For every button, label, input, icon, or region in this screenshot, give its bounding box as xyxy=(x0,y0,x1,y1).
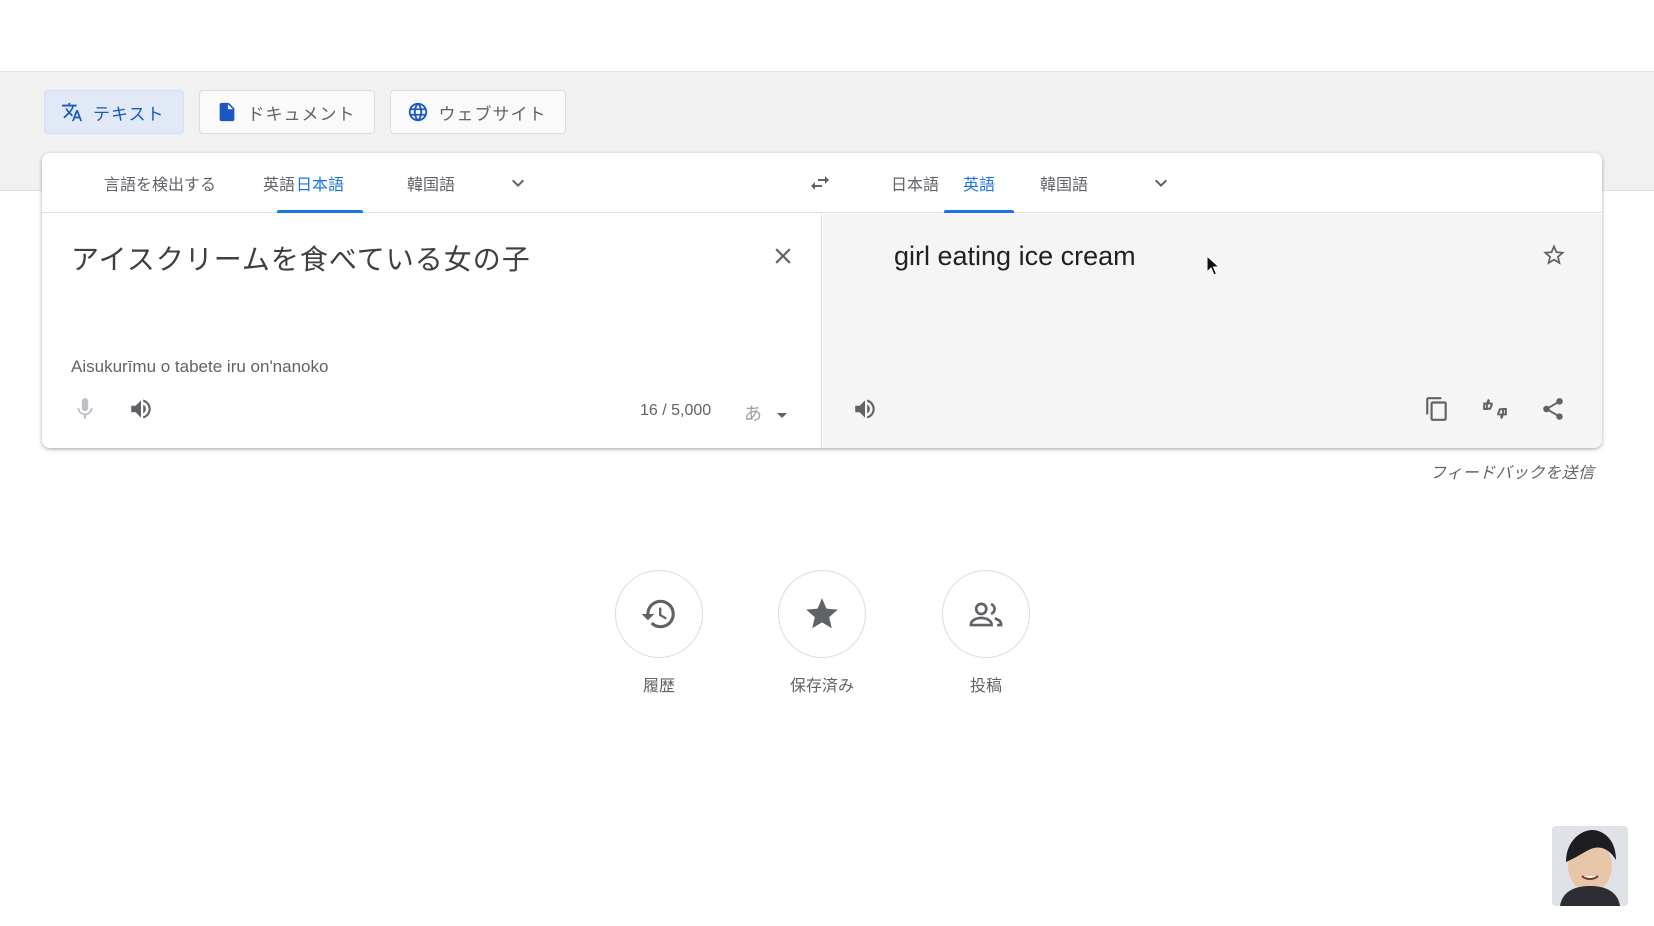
source-lang-japanese[interactable]: 日本語 xyxy=(277,153,364,213)
source-pane: アイスクリームを食べている女の子 Aisukurīmu o tabete iru… xyxy=(42,214,822,448)
mode-tab-text-label: テキスト xyxy=(93,104,165,124)
mouse-cursor-icon xyxy=(1206,255,1220,276)
top-bar xyxy=(0,0,1654,72)
mode-tabs: テキスト ドキュメント ウェブサイト xyxy=(44,90,566,134)
history-circle[interactable] xyxy=(615,570,703,658)
source-lang-korean-label: 韓国語 xyxy=(407,177,456,194)
copy-translation-button[interactable] xyxy=(1423,395,1451,423)
target-lang-korean-label: 韓国語 xyxy=(1040,177,1089,194)
translation-card: 言語を検出する 英語 日本語 韓国語 日本語 英語 韓国語 アイスクリームを食べ… xyxy=(42,153,1602,448)
saved-circle[interactable] xyxy=(778,570,866,658)
document-icon xyxy=(219,102,234,122)
star-outline-icon xyxy=(1543,244,1565,265)
source-lang-japanese-label: 日本語 xyxy=(296,177,345,194)
presenter-avatar xyxy=(1552,826,1628,906)
share-translation-button[interactable] xyxy=(1539,395,1567,423)
speaker-icon xyxy=(131,399,151,419)
transliteration-text: Aisukurīmu o tabete iru on'nanoko xyxy=(71,357,329,376)
contribute-button[interactable]: 投稿 xyxy=(941,570,1031,696)
source-lang-korean[interactable]: 韓国語 xyxy=(388,153,474,213)
microphone-icon xyxy=(77,398,93,419)
voice-input-button[interactable] xyxy=(71,395,99,423)
translate-icon xyxy=(61,102,83,122)
saved-label: 保存済み xyxy=(789,678,854,695)
input-tools-button[interactable]: あ xyxy=(744,400,788,426)
people-icon xyxy=(969,602,1003,627)
contribute-label: 投稿 xyxy=(969,678,1002,695)
clear-source-button[interactable] xyxy=(769,242,797,270)
translation-output: girl eating ice cream xyxy=(894,241,1136,271)
language-bar: 言語を検出する 英語 日本語 韓国語 日本語 英語 韓国語 xyxy=(42,153,1602,213)
send-feedback-link[interactable]: フィードバックを送信 xyxy=(1430,459,1595,483)
mode-tab-website-label: ウェブサイト xyxy=(438,104,547,124)
mode-tab-document-label: ドキュメント xyxy=(247,104,356,124)
share-icon xyxy=(1543,398,1563,420)
copy-icon xyxy=(1426,397,1447,421)
target-lang-english[interactable]: 英語 xyxy=(944,153,1015,213)
target-lang-more-chevron-icon[interactable] xyxy=(1149,171,1173,195)
webcam-overlay xyxy=(1552,826,1628,906)
star-icon xyxy=(806,598,838,629)
source-lang-detect-label: 言語を検出する xyxy=(104,177,217,194)
history-icon xyxy=(641,599,675,629)
mode-tab-text[interactable]: テキスト xyxy=(44,90,184,134)
source-text-input[interactable]: アイスクリームを食べている女の子 xyxy=(71,238,531,278)
caret-down-icon xyxy=(777,412,788,418)
thumbs-up-down-icon xyxy=(1483,398,1507,420)
ime-label: あ xyxy=(744,404,762,424)
speaker-icon xyxy=(855,399,875,419)
rate-translation-button[interactable] xyxy=(1481,395,1509,423)
target-lang-english-label: 英語 xyxy=(963,177,996,194)
character-count: 16 / 5,000 xyxy=(640,402,712,419)
target-listen-button[interactable] xyxy=(851,395,879,423)
close-icon xyxy=(775,248,791,264)
history-button[interactable]: 履歴 xyxy=(614,570,704,696)
mode-tab-document[interactable]: ドキュメント xyxy=(198,90,375,134)
target-pane: girl eating ice cream xyxy=(823,214,1602,448)
saved-button[interactable]: 保存済み xyxy=(777,570,867,696)
source-listen-button[interactable] xyxy=(127,395,155,423)
mode-tab-website[interactable]: ウェブサイト xyxy=(389,90,566,134)
source-lang-more-chevron-icon[interactable] xyxy=(506,171,530,195)
swap-languages-icon[interactable] xyxy=(808,171,832,195)
target-lang-korean[interactable]: 韓国語 xyxy=(1021,153,1107,213)
source-lang-detect[interactable]: 言語を検出する xyxy=(85,153,235,213)
globe-icon xyxy=(408,102,427,122)
save-translation-button[interactable] xyxy=(1540,241,1568,269)
contribute-circle[interactable] xyxy=(942,570,1030,658)
history-label: 履歴 xyxy=(642,678,675,695)
